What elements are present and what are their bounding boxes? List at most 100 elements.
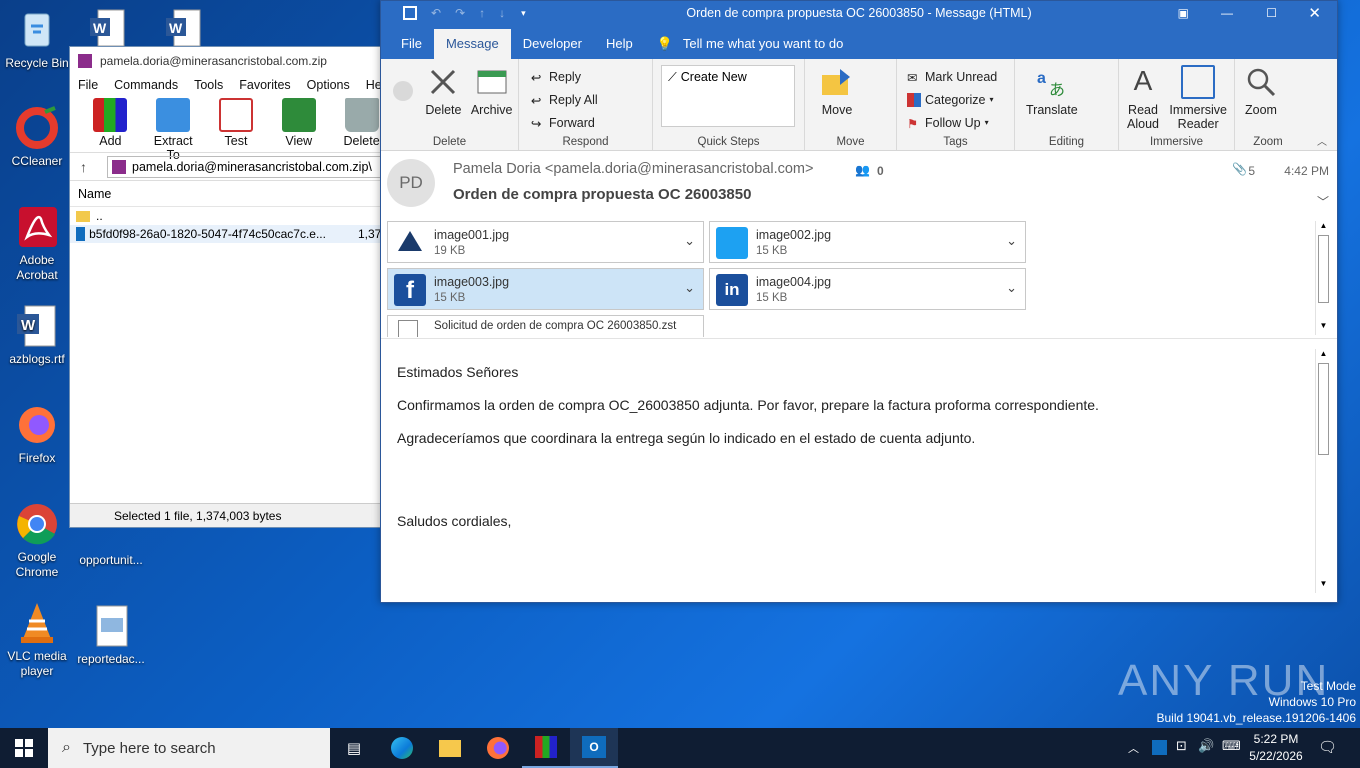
categorize-label: Categorize (925, 92, 986, 107)
column-name[interactable]: Name (78, 187, 111, 201)
view-button[interactable]: View (272, 95, 325, 152)
scroll-up-arrow[interactable]: ▲ (1316, 221, 1331, 235)
attachment-scrollbar[interactable]: ▲ ▼ (1315, 221, 1331, 335)
magnifier-icon (1244, 65, 1278, 99)
expand-header-icon[interactable]: ﹀ (1317, 193, 1329, 210)
desktop-icon-azblogs[interactable]: W azblogs.rtf (2, 304, 72, 367)
network-icon[interactable]: ⊡ (1176, 738, 1187, 754)
list-item[interactable]: .. (70, 207, 388, 225)
add-button[interactable]: Add (84, 95, 137, 152)
winrar-addressbar: ↑ pamela.doria@minerasancristobal.com.zi… (70, 153, 388, 181)
outlook-titlebar[interactable]: ↶ ↷ ↑ ↓ ▾ Orden de compra propuesta OC 2… (381, 1, 1337, 25)
ignore-button[interactable] (390, 81, 416, 105)
file-name: b5fd0f98-26a0-1820-5047-4f74c50cac7c.e..… (89, 227, 326, 241)
winrar-titlebar[interactable]: pamela.doria@minerasancristobal.com.zip (70, 47, 388, 75)
extract-to-button[interactable]: Extract To (147, 95, 200, 162)
winrar-window[interactable]: pamela.doria@minerasancristobal.com.zip … (69, 46, 391, 528)
mark-unread-button[interactable]: ✉ Mark Unread (907, 65, 1014, 88)
categorize-button[interactable]: Categorize ▾ (907, 88, 1014, 111)
word-document-icon[interactable]: W (90, 8, 130, 48)
avatar[interactable]: PD (387, 159, 435, 207)
attachment-card[interactable]: image001.jpg 19 KB ⌄ (387, 221, 704, 263)
attachment-card[interactable]: image002.jpg 15 KB ⌄ (709, 221, 1026, 263)
list-item[interactable]: b5fd0f98-26a0-1820-5047-4f74c50cac7c.e..… (70, 225, 388, 243)
scroll-thumb[interactable] (1318, 235, 1329, 303)
outlook-message-window[interactable]: ↶ ↷ ↑ ↓ ▾ Orden de compra propuesta OC 2… (380, 0, 1338, 603)
quick-steps-gallery[interactable]: ⟋ Create New (661, 65, 795, 127)
scroll-down-arrow[interactable]: ▼ (1316, 321, 1331, 335)
taskbar-winrar[interactable] (522, 728, 570, 768)
column-header[interactable]: Name (70, 181, 388, 207)
delete-x-icon (426, 65, 460, 99)
tell-me-search[interactable]: 💡 Tell me what you want to do (645, 29, 856, 59)
chevron-down-icon[interactable]: ⌄ (684, 280, 695, 296)
attachment-card[interactable]: Solicitud de orden de compra OC 26003850… (387, 315, 704, 337)
chevron-down-icon[interactable]: ⌄ (1006, 280, 1017, 296)
chevron-down-icon[interactable]: ⌄ (1006, 233, 1017, 249)
menu-commands[interactable]: Commands (114, 78, 178, 92)
translate-button[interactable]: a あ Translate (1026, 65, 1078, 117)
task-view-button[interactable]: ▤ (330, 728, 378, 768)
maximize-icon[interactable]: ☐ (1266, 6, 1277, 20)
read-aloud-button[interactable]: A Read Aloud (1126, 65, 1160, 131)
desktop-icon-ccleaner[interactable]: CCleaner (2, 106, 72, 169)
menu-options[interactable]: Options (307, 78, 350, 92)
desktop-icon-reportedac[interactable]: reportedac... (76, 604, 146, 667)
message-body[interactable]: Estimados Señores Confirmamos la orden d… (397, 356, 1297, 531)
attachment-card[interactable]: in image004.jpg 15 KB ⌄ (709, 268, 1026, 310)
taskbar-search-box[interactable]: ⌕ Type here to search (48, 728, 330, 768)
tab-file[interactable]: File (389, 29, 434, 59)
zoom-button[interactable]: Zoom (1244, 65, 1278, 117)
test-button[interactable]: Test (210, 95, 263, 152)
close-icon[interactable]: ✕ (1308, 4, 1321, 22)
menu-tools[interactable]: Tools (194, 78, 223, 92)
taskbar-firefox[interactable] (474, 728, 522, 768)
reply-all-button[interactable]: ↩ Reply All (531, 88, 652, 111)
outlook-tray-icon[interactable] (1152, 740, 1167, 755)
show-hidden-icons[interactable]: ︿ (1128, 740, 1139, 756)
word-document-icon[interactable]: W (166, 8, 206, 48)
volume-icon[interactable]: 🔊 (1198, 738, 1214, 754)
menu-favorites[interactable]: Favorites (239, 78, 290, 92)
view-book-icon (281, 98, 316, 132)
notification-icon[interactable]: 🗨 (1318, 738, 1337, 756)
start-button[interactable] (0, 728, 48, 768)
group-label: Tags (943, 136, 968, 148)
immersive-reader-button[interactable]: Immersive Reader (1169, 65, 1227, 131)
tab-help[interactable]: Help (594, 29, 645, 59)
chevron-down-icon[interactable]: ⌄ (684, 233, 695, 249)
delete-message-button[interactable]: Delete (425, 65, 461, 117)
desktop-icon-firefox[interactable]: Firefox (2, 403, 72, 466)
desktop-icon-recycle-bin[interactable]: Recycle Bin (2, 8, 72, 71)
people-icon[interactable]: 👥 (855, 163, 870, 177)
forward-button[interactable]: ↪ Forward (531, 111, 652, 134)
taskbar-outlook[interactable]: O (570, 728, 618, 768)
scroll-up-arrow[interactable]: ▲ (1316, 349, 1331, 363)
up-arrow-icon[interactable]: ↑ (80, 159, 87, 175)
desktop-icon-vlc[interactable]: VLC media player (2, 601, 72, 679)
follow-up-button[interactable]: ⚑ Follow Up ▾ (907, 111, 1014, 134)
tab-message[interactable]: Message (433, 29, 511, 59)
taskbar-file-explorer[interactable] (426, 728, 474, 768)
minimize-icon[interactable]: — (1221, 6, 1233, 20)
tab-developer[interactable]: Developer (511, 29, 594, 59)
scroll-down-arrow[interactable]: ▼ (1316, 579, 1331, 593)
archive-button[interactable]: Archive (471, 65, 513, 117)
people-count: 0 (877, 164, 884, 178)
taskbar-edge[interactable] (378, 728, 426, 768)
move-button[interactable]: Move (820, 65, 854, 117)
archive-path-field[interactable]: pamela.doria@minerasancristobal.com.zip\ (107, 155, 388, 178)
body-scrollbar[interactable]: ▲ ▼ (1315, 349, 1331, 593)
desktop-icon-adobe-acrobat[interactable]: Adobe Acrobat (2, 205, 72, 283)
keyboard-icon[interactable]: ⌨ (1222, 738, 1241, 754)
menu-file[interactable]: File (78, 78, 98, 92)
group-quick-steps: ⟋ Create New Quick Steps (653, 59, 805, 150)
sender-address[interactable]: Pamela Doria <pamela.doria@minerasancris… (453, 161, 813, 177)
system-clock[interactable]: 5:22 PM 5/22/2026 (1244, 731, 1308, 765)
scroll-thumb[interactable] (1318, 363, 1329, 455)
desktop-icon-google-chrome[interactable]: Google Chrome (2, 502, 72, 580)
ribbon-display-icon[interactable]: ▣ (1178, 6, 1189, 20)
collapse-ribbon-icon[interactable]: ︿ (1317, 133, 1327, 148)
attachment-card[interactable]: f image003.jpg 15 KB ⌄ (387, 268, 704, 310)
reply-button[interactable]: ↩ Reply (531, 65, 652, 88)
